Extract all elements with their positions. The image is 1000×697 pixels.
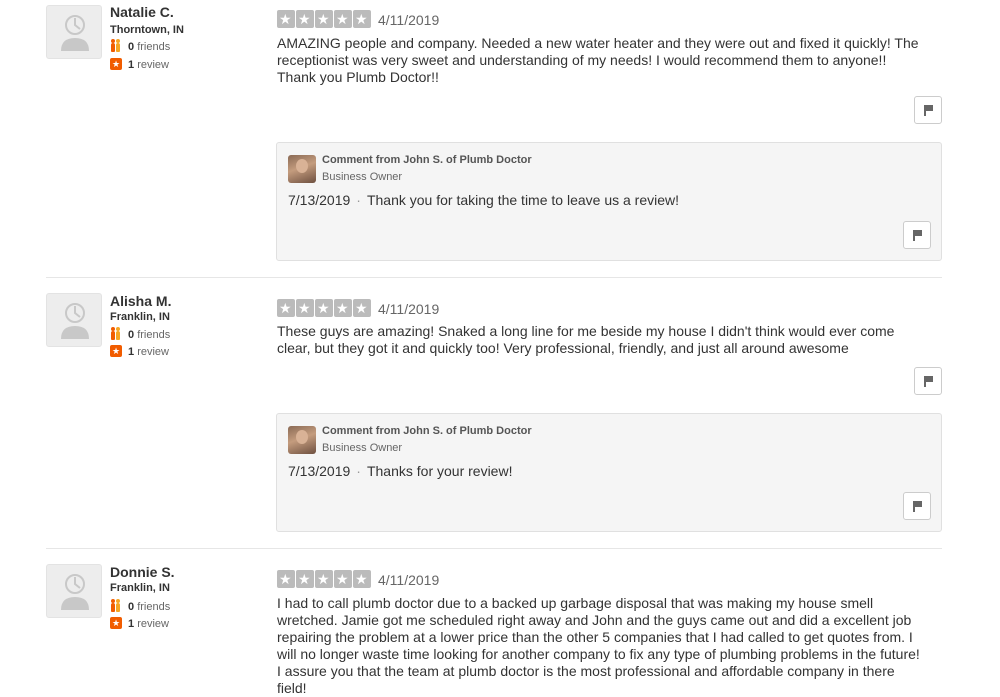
review-label: review (137, 59, 169, 71)
star-rating (277, 10, 372, 28)
review-date: 4/11/2019 (378, 301, 440, 317)
star-icon (277, 570, 295, 588)
user-location: Thorntown, IN (110, 24, 184, 36)
star-rating (277, 570, 372, 588)
flag-icon (913, 501, 922, 512)
user-review-count: 1 review (110, 345, 169, 359)
comment-role: Business Owner (322, 171, 403, 183)
star-icon (353, 570, 371, 588)
review-text: I had to call plumb doctor due to a back… (277, 595, 920, 696)
user-friends: 0 friends (110, 599, 171, 614)
comment-date: 7/13/2019 (288, 192, 351, 208)
user-location: Franklin, IN (110, 311, 170, 323)
flag-comment-button[interactable] (903, 492, 931, 520)
review-count: 1 (128, 346, 135, 358)
review-label: review (137, 618, 169, 630)
star-rating (277, 299, 372, 317)
owner-comment: Comment from John S. of Plumb Doctor Bus… (276, 413, 942, 532)
owner-avatar[interactable] (288, 426, 316, 454)
star-icon (277, 10, 295, 28)
default-user-icon (61, 303, 89, 339)
default-user-icon (61, 574, 89, 610)
comment-author: Comment from John S. of Plumb Doctor (322, 154, 532, 166)
owner-comment: Comment from John S. of Plumb Doctor Bus… (276, 142, 942, 261)
review-star-icon (110, 345, 122, 357)
star-icon (277, 299, 295, 317)
user-name[interactable]: Natalie C. (110, 4, 174, 20)
owner-avatar[interactable] (288, 155, 316, 183)
friends-icon (110, 39, 122, 52)
user-friends: 0 friends (110, 39, 171, 54)
friends-label: friends (137, 601, 171, 613)
star-icon (296, 299, 314, 317)
flag-icon (924, 376, 933, 387)
flag-icon (924, 105, 933, 116)
friends-count: 0 (128, 329, 135, 341)
friends-count: 0 (128, 601, 135, 613)
friends-icon (110, 327, 122, 340)
star-icon (315, 10, 333, 28)
user-avatar[interactable] (46, 293, 102, 347)
default-user-icon (61, 15, 89, 51)
review-count: 1 (128, 618, 135, 630)
user-review-count: 1 review (110, 617, 169, 631)
friends-count: 0 (128, 41, 135, 53)
flag-icon (913, 230, 922, 241)
comment-separator: · (356, 192, 361, 208)
review-divider (46, 277, 942, 278)
star-icon (315, 299, 333, 317)
comment-date: 7/13/2019 (288, 463, 351, 479)
review-count: 1 (128, 59, 135, 71)
user-name[interactable]: Donnie S. (110, 564, 175, 580)
review-star-icon (110, 58, 122, 70)
comment-text: Thanks for your review! (366, 463, 513, 479)
star-icon (353, 299, 371, 317)
comment-separator: · (356, 463, 361, 479)
star-icon (296, 10, 314, 28)
star-icon (315, 570, 333, 588)
friends-label: friends (137, 41, 171, 53)
review-star-icon (110, 617, 122, 629)
flag-review-button[interactable] (914, 96, 942, 124)
review-divider (46, 548, 942, 549)
star-icon (296, 570, 314, 588)
comment-body: 7/13/2019 · Thanks for your review! (288, 463, 512, 479)
user-review-count: 1 review (110, 58, 169, 72)
star-icon (334, 570, 352, 588)
star-icon (334, 10, 352, 28)
review-date: 4/11/2019 (378, 572, 440, 588)
user-friends: 0 friends (110, 327, 171, 342)
user-avatar[interactable] (46, 564, 102, 618)
review-label: review (137, 346, 169, 358)
star-icon (334, 299, 352, 317)
comment-author: Comment from John S. of Plumb Doctor (322, 425, 532, 437)
review-date: 4/11/2019 (378, 12, 440, 28)
comment-role: Business Owner (322, 442, 403, 454)
friends-icon (110, 599, 122, 612)
user-avatar[interactable] (46, 5, 102, 59)
star-icon (353, 10, 371, 28)
flag-review-button[interactable] (914, 367, 942, 395)
user-location: Franklin, IN (110, 582, 170, 594)
flag-comment-button[interactable] (903, 221, 931, 249)
friends-label: friends (137, 329, 171, 341)
comment-body: 7/13/2019 · Thank you for taking the time … (288, 192, 679, 208)
user-name[interactable]: Alisha M. (110, 293, 171, 309)
comment-text: Thank you for taking the time to leave u… (366, 192, 680, 208)
review-text: AMAZING people and company. Needed a new… (277, 35, 919, 85)
review-text: These guys are amazing! Snaked a long li… (277, 323, 895, 356)
